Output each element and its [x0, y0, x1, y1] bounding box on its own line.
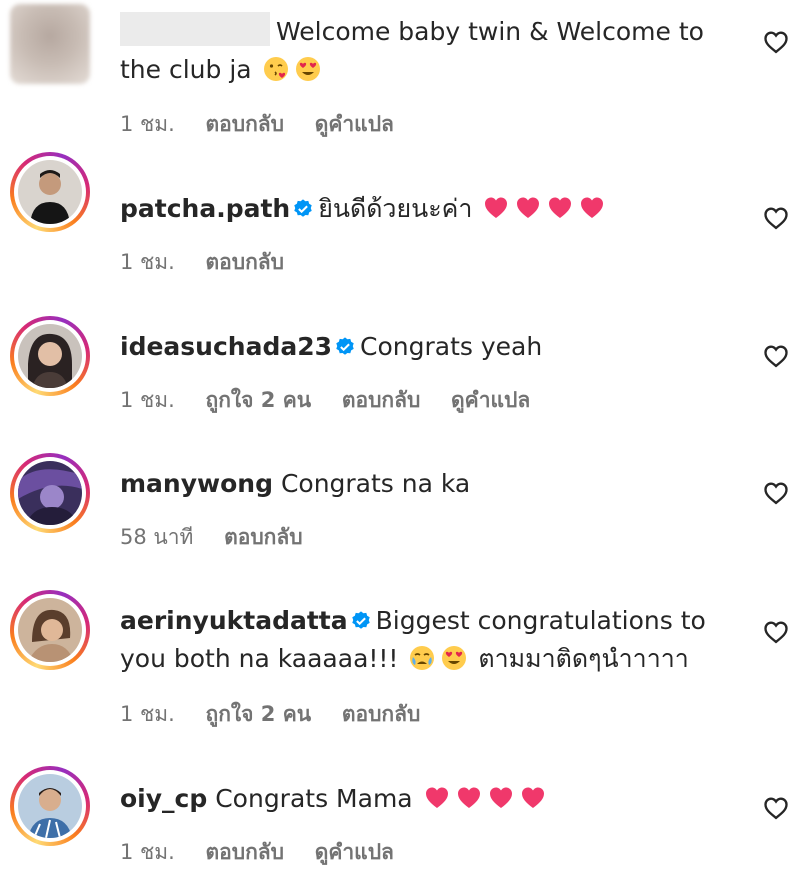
- heart-icon[interactable]: [762, 479, 790, 507]
- heart-emoji: [521, 787, 544, 808]
- likes-count-button[interactable]: ถูกใจ 2 คน: [206, 388, 312, 412]
- heart-emoji: [549, 197, 572, 218]
- comment-time: 1 ชม.: [120, 250, 175, 274]
- heart-emoji: [581, 197, 604, 218]
- comment-time: 1 ชม.: [120, 388, 175, 412]
- translate-button[interactable]: ดูคำแปล: [315, 840, 394, 864]
- avatar[interactable]: [10, 590, 90, 670]
- username[interactable]: aerinyuktadatta: [120, 606, 348, 635]
- heart-icon[interactable]: [762, 618, 790, 646]
- username[interactable]: ideasuchada23: [120, 332, 332, 361]
- comment-time: 1 ชม.: [120, 702, 175, 726]
- heart-emoji: [517, 197, 540, 218]
- heart-emoji: [457, 787, 480, 808]
- username[interactable]: manywong: [120, 469, 273, 498]
- verified-badge-icon: [351, 611, 370, 629]
- comment-time: 1 ชม.: [120, 840, 175, 864]
- comment-text: Congrats na ka: [280, 469, 471, 498]
- reply-button[interactable]: ตอบกลับ: [342, 702, 421, 726]
- reply-button[interactable]: ตอบกลับ: [224, 525, 303, 549]
- heart-emoji: [485, 197, 508, 218]
- comment-body: oiy_cp Congrats Mama: [120, 780, 720, 818]
- crying-face-emoji: [410, 646, 435, 670]
- avatar[interactable]: [10, 766, 90, 846]
- comment-body: manywong Congrats na ka: [120, 465, 720, 503]
- heart-emoji: [489, 787, 512, 808]
- avatar[interactable]: [10, 4, 90, 84]
- comment-meta: 1 ชม. ตอบกลับ ดูคำแปล: [120, 836, 418, 869]
- heart-eyes-emoji: [295, 57, 320, 81]
- verified-badge-icon: [336, 337, 354, 355]
- heart-eyes-emoji: [442, 646, 467, 670]
- avatar[interactable]: [10, 152, 90, 232]
- comment-body: Welcome baby twin & Welcome to the club …: [120, 12, 720, 89]
- heart-icon[interactable]: [762, 204, 790, 232]
- heart-icon[interactable]: [762, 342, 790, 370]
- reply-button[interactable]: ตอบกลับ: [206, 250, 285, 274]
- verified-badge-icon: [294, 199, 312, 217]
- heart-icon[interactable]: [762, 28, 790, 56]
- reply-button[interactable]: ตอบกลับ: [342, 388, 421, 412]
- comment-meta: 1 ชม. ตอบกลับ ดูคำแปล: [120, 108, 418, 141]
- comment-meta: 1 ชม. ถูกใจ 2 คน ตอบกลับ ดูคำแปล: [120, 384, 554, 417]
- likes-count-button[interactable]: ถูกใจ 2 คน: [206, 702, 312, 726]
- reply-button[interactable]: ตอบกลับ: [206, 840, 285, 864]
- comment-time: 1 ชม.: [120, 112, 175, 136]
- censored-username: [120, 12, 270, 46]
- translate-button[interactable]: ดูคำแปล: [315, 112, 394, 136]
- comment-body: patcha.path ยินดีด้วยนะค่า: [120, 190, 720, 228]
- comment-text: ตามมาติดๆนำาาาา: [478, 644, 689, 673]
- avatar[interactable]: [10, 453, 90, 533]
- comment-meta: 1 ชม. ถูกใจ 2 คน ตอบกลับ: [120, 698, 444, 731]
- comment-time: 58 นาที: [120, 525, 194, 549]
- comment-body: ideasuchada23 Congrats yeah: [120, 328, 720, 366]
- username[interactable]: patcha.path: [120, 194, 290, 223]
- comment-text: Congrats yeah: [360, 332, 543, 361]
- username[interactable]: oiy_cp: [120, 784, 207, 813]
- comment-body: aerinyuktadatta Biggest congratulations t…: [120, 602, 720, 678]
- translate-button[interactable]: ดูคำแปล: [451, 388, 530, 412]
- comment-text: Congrats Mama: [215, 784, 413, 813]
- heart-icon[interactable]: [762, 794, 790, 822]
- comment-meta: 1 ชม. ตอบกลับ: [120, 246, 308, 279]
- comment-text: ยินดีด้วยนะค่า: [318, 194, 473, 223]
- avatar[interactable]: [10, 316, 90, 396]
- reply-button[interactable]: ตอบกลับ: [206, 112, 285, 136]
- comment-meta: 58 นาที ตอบกลับ: [120, 521, 327, 554]
- heart-emoji: [425, 787, 448, 808]
- kissing-face-emoji: [263, 57, 288, 81]
